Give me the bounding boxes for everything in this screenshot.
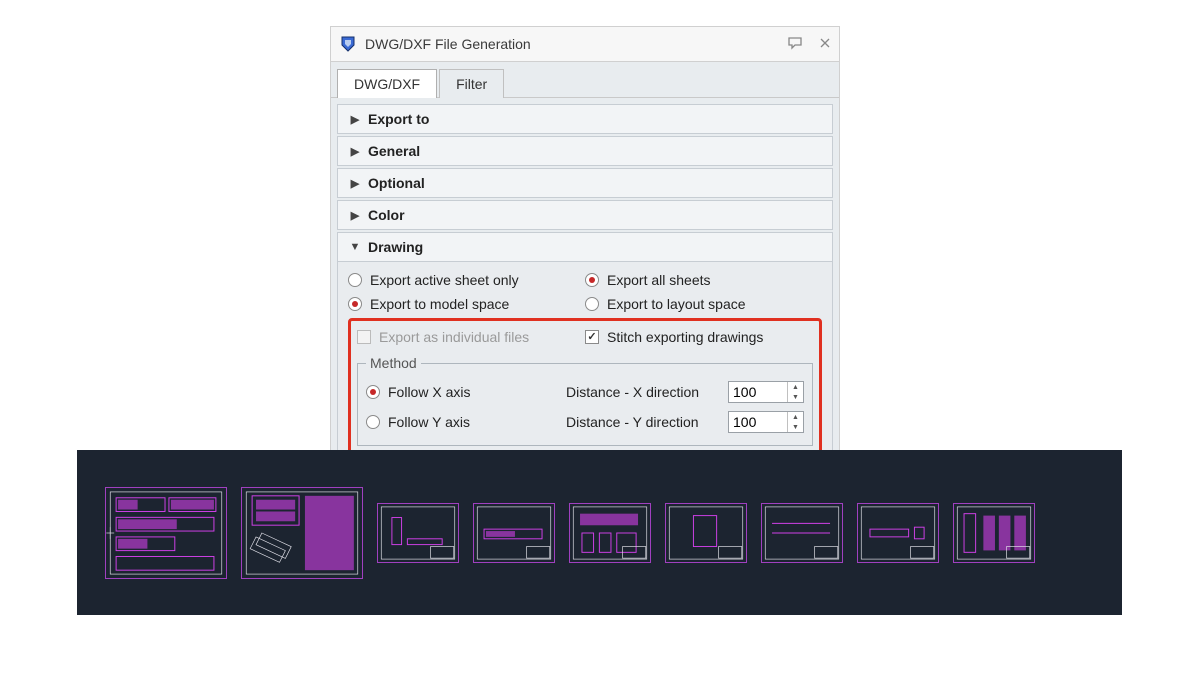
chevron-right-icon: ▶: [348, 177, 362, 190]
checkbox-export-individual: [357, 330, 371, 344]
radio-export-layout-space[interactable]: [585, 297, 599, 311]
radio-follow-y[interactable]: [366, 415, 380, 429]
chevron-down-icon: ▼: [348, 241, 362, 253]
section-label: Optional: [368, 175, 425, 191]
drawing-sheet: [665, 503, 747, 563]
feedback-icon[interactable]: [787, 35, 803, 54]
radio-export-all-sheets[interactable]: [585, 273, 599, 287]
radio-export-model-space[interactable]: [348, 297, 362, 311]
drawing-sheet: [241, 487, 363, 579]
dwg-dxf-dialog: DWG/DXF File Generation DWG/DXF Filter ▶…: [330, 26, 840, 477]
drawing-body: Export active sheet only Export all shee…: [337, 262, 833, 468]
section-label: Export to: [368, 111, 429, 127]
label-export-all-sheets: Export all sheets: [607, 272, 711, 288]
label-export-individual: Export as individual files: [379, 329, 529, 345]
spin-up-icon[interactable]: ▲: [788, 382, 803, 392]
section-label: Drawing: [368, 239, 423, 255]
method-legend: Method: [366, 355, 421, 371]
label-export-model-space: Export to model space: [370, 296, 509, 312]
tab-dwgdxf[interactable]: DWG/DXF: [337, 69, 437, 98]
spinner-dist-x[interactable]: ▲▼: [728, 381, 804, 403]
chevron-right-icon: ▶: [348, 145, 362, 158]
spin-down-icon[interactable]: ▼: [788, 422, 803, 432]
dialog-titlebar: DWG/DXF File Generation: [331, 27, 839, 61]
tab-filter[interactable]: Filter: [439, 69, 504, 98]
radio-export-active-sheet[interactable]: [348, 273, 362, 287]
section-general[interactable]: ▶ General: [337, 136, 833, 166]
label-stitch-exporting: Stitch exporting drawings: [607, 329, 763, 345]
input-dist-x[interactable]: [729, 382, 787, 402]
chevron-right-icon: ▶: [348, 209, 362, 222]
section-drawing[interactable]: ▼ Drawing: [337, 232, 833, 262]
spin-down-icon[interactable]: ▼: [788, 392, 803, 402]
chevron-right-icon: ▶: [348, 113, 362, 126]
tab-strip: DWG/DXF Filter: [331, 61, 839, 97]
label-dist-x: Distance - X direction: [566, 384, 728, 400]
dialog-title: DWG/DXF File Generation: [365, 36, 787, 52]
drawing-sheet: [953, 503, 1035, 563]
drawing-sheet: [473, 503, 555, 563]
drawing-sheet: [761, 503, 843, 563]
drawing-sheet: [857, 503, 939, 563]
drawing-sheet: [569, 503, 651, 563]
spinner-dist-y[interactable]: ▲▼: [728, 411, 804, 433]
label-follow-x: Follow X axis: [388, 384, 470, 400]
close-icon[interactable]: [817, 35, 833, 54]
dialog-panel: ▶ Export to ▶ General ▶ Optional ▶ Color…: [331, 97, 839, 476]
checkbox-stitch-exporting[interactable]: [585, 330, 599, 344]
label-dist-y: Distance - Y direction: [566, 414, 728, 430]
method-group: Method Follow X axis Distance - X direct…: [357, 355, 813, 446]
section-label: General: [368, 143, 420, 159]
label-export-active-sheet: Export active sheet only: [370, 272, 519, 288]
drawing-sheet: [377, 503, 459, 563]
label-follow-y: Follow Y axis: [388, 414, 470, 430]
spin-up-icon[interactable]: ▲: [788, 412, 803, 422]
section-color[interactable]: ▶ Color: [337, 200, 833, 230]
app-icon: [339, 35, 357, 53]
input-dist-y[interactable]: [729, 412, 787, 432]
label-export-layout-space: Export to layout space: [607, 296, 746, 312]
section-export-to[interactable]: ▶ Export to: [337, 104, 833, 134]
drawing-sheet: [105, 487, 227, 579]
radio-follow-x[interactable]: [366, 385, 380, 399]
section-label: Color: [368, 207, 405, 223]
highlight-box: Export as individual files Stitch export…: [348, 318, 822, 457]
cad-preview-strip: [77, 450, 1122, 615]
section-optional[interactable]: ▶ Optional: [337, 168, 833, 198]
